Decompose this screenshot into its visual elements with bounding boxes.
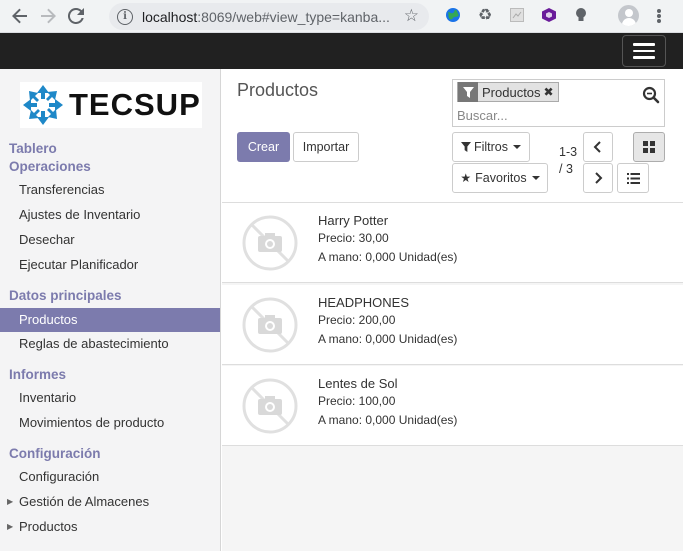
back-arrow-icon[interactable] — [6, 2, 34, 30]
address-bar[interactable]: i localhost:8069/web#view_type=kanba... … — [109, 3, 429, 30]
menu-item-ajustes-inventario[interactable]: Ajustes de Inventario — [0, 203, 220, 227]
info-icon[interactable]: i — [117, 8, 133, 25]
menu-item-label: Productos — [19, 519, 78, 534]
browser-toolbar: i localhost:8069/web#view_type=kanba... … — [0, 0, 683, 33]
caret-down-icon — [531, 176, 540, 180]
company-logo[interactable]: TECSUP — [20, 82, 202, 128]
favorites-label: Favoritos — [475, 171, 527, 185]
profile-avatar-icon[interactable] — [618, 5, 639, 26]
pager-total: / 3 — [559, 162, 573, 176]
cube-extension-icon[interactable] — [540, 6, 558, 24]
search-input[interactable] — [457, 106, 627, 124]
search-facet: Productos ✖ — [457, 82, 559, 102]
product-stock: A mano: 0,000 Unidad(es) — [318, 332, 458, 346]
product-name: HEADPHONES — [318, 295, 410, 310]
filters-dropdown[interactable]: Filtros — [452, 132, 530, 162]
facet-label: Productos — [482, 84, 541, 100]
pager-previous-button[interactable] — [583, 132, 613, 162]
chevron-right-icon — [595, 172, 603, 184]
search-box[interactable]: Productos ✖ — [452, 79, 665, 127]
product-stock: A mano: 0,000 Unidad(es) — [318, 413, 458, 427]
menu-item-gestion-almacenes[interactable]: ▶ Gestión de Almacenes — [0, 490, 220, 514]
no-image-camera-icon — [241, 214, 299, 272]
logo-text: TECSUP — [69, 87, 201, 122]
chevron-left-icon — [593, 141, 601, 153]
kanban-view: Harry Potter Precio: 30,00 A mano: 0,000… — [222, 202, 683, 551]
menu-item-transferencias[interactable]: Transferencias — [0, 178, 220, 202]
sidebar: TECSUP Tablero Operaciones Transferencia… — [0, 69, 221, 551]
list-view-button[interactable] — [617, 163, 649, 193]
menu-item-productos-config[interactable]: ▶ Productos — [0, 515, 220, 539]
search-icon[interactable] — [642, 86, 660, 104]
list-icon — [626, 172, 640, 184]
favorites-dropdown[interactable]: ★ Favoritos — [452, 163, 548, 193]
section-operaciones[interactable]: Operaciones — [9, 159, 91, 174]
product-price: Precio: 30,00 — [318, 231, 389, 245]
product-name: Harry Potter — [318, 213, 389, 228]
menu-item-label: Gestión de Almacenes — [19, 494, 150, 509]
filter-icon — [460, 142, 471, 152]
product-stock: A mano: 0,000 Unidad(es) — [318, 250, 458, 264]
menu-item-configuracion[interactable]: Configuración — [0, 465, 220, 489]
caret-right-icon: ▶ — [7, 497, 14, 506]
browser-menu-icon[interactable] — [654, 6, 664, 26]
section-configuracion[interactable]: Configuración — [9, 446, 101, 461]
menu-item-movimientos-producto[interactable]: Movimientos de producto — [0, 411, 220, 435]
url-text: localhost:8069/web#view_type=kanba... — [142, 8, 390, 25]
no-image-camera-icon — [241, 296, 299, 354]
breadcrumb-title: Productos — [237, 80, 319, 100]
section-datos-principales[interactable]: Datos principales — [9, 288, 122, 303]
pager-value[interactable]: 1-3 / 3 — [559, 144, 579, 178]
product-price: Precio: 100,00 — [318, 394, 396, 408]
globe-extension-icon[interactable] — [444, 6, 462, 24]
kanban-card[interactable]: Harry Potter Precio: 30,00 A mano: 0,000… — [222, 203, 683, 283]
menu-item-productos[interactable]: Productos — [0, 308, 220, 332]
menu-item-inventario[interactable]: Inventario — [0, 386, 220, 410]
no-image-camera-icon — [241, 377, 299, 435]
filter-icon — [458, 82, 478, 102]
create-button[interactable]: Crear — [237, 132, 290, 162]
pager-range: 1-3 — [559, 145, 578, 159]
tecsup-logo-icon — [22, 84, 64, 126]
reload-icon[interactable] — [62, 2, 90, 30]
product-price: Precio: 200,00 — [318, 313, 396, 327]
caret-down-icon — [513, 145, 522, 149]
product-name: Lentes de Sol — [318, 376, 398, 391]
grid-icon — [643, 141, 655, 153]
filters-label: Filtros — [473, 140, 509, 154]
lightbulb-extension-icon[interactable] — [572, 6, 590, 24]
hamburger-menu-icon[interactable] — [622, 35, 666, 67]
import-button[interactable]: Importar — [293, 132, 359, 162]
menu-item-reglas-abastecimiento[interactable]: Reglas de abastecimiento — [0, 332, 220, 356]
app-topbar — [0, 33, 683, 69]
pager-next-button[interactable] — [583, 163, 613, 193]
forward-arrow-icon[interactable] — [34, 2, 62, 30]
kanban-view-button[interactable] — [633, 132, 665, 162]
menu-item-ejecutar-planificador[interactable]: Ejecutar Planificador — [0, 253, 220, 277]
kanban-card[interactable]: Lentes de Sol Precio: 100,00 A mano: 0,0… — [222, 366, 683, 446]
section-informes[interactable]: Informes — [9, 367, 66, 382]
caret-right-icon: ▶ — [7, 522, 14, 531]
square-extension-icon[interactable] — [508, 6, 526, 24]
recycle-extension-icon[interactable]: ♻ — [476, 6, 494, 24]
remove-facet-icon[interactable]: ✖ — [544, 85, 558, 99]
star-icon: ★ — [460, 171, 472, 185]
menu-item-desechar[interactable]: Desechar — [0, 228, 220, 252]
bookmark-star-icon[interactable]: ☆ — [404, 6, 419, 26]
kanban-card[interactable]: HEADPHONES Precio: 200,00 A mano: 0,000 … — [222, 285, 683, 365]
section-tablero[interactable]: Tablero — [9, 141, 57, 156]
